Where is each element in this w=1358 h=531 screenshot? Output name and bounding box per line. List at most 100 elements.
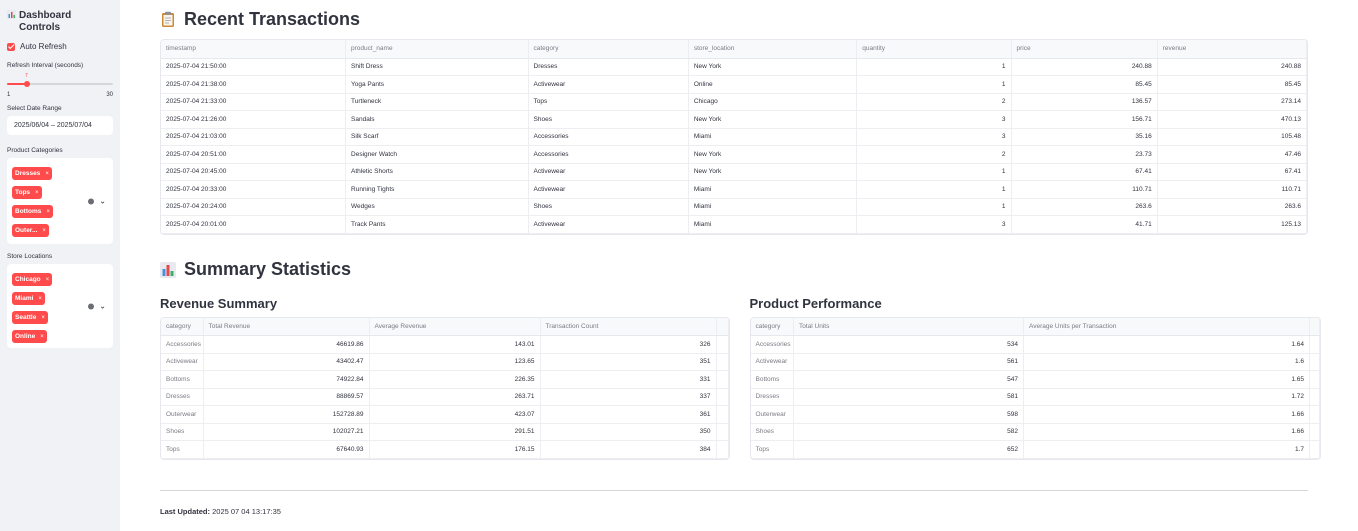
table-row[interactable]: Bottoms 74922.84 226.35 331 [161,370,729,389]
cell-spacer [1309,440,1320,459]
close-icon[interactable]: × [41,315,45,321]
bar-chart-icon [7,10,16,23]
table-cell: 125.13 [1157,215,1307,234]
table-cell: 152728.89 [203,405,370,424]
table-cell: 110.71 [1157,180,1307,199]
column-header[interactable]: Total Revenue [203,317,370,336]
table-row[interactable]: Accessories 534 1.64 [750,335,1320,354]
table-cell: Sandals [345,110,529,129]
slider-thumb[interactable] [24,81,30,87]
table-row[interactable]: 2025-07-04 21:03:00 Silk Scarf Accessories… [161,128,1307,146]
column-header[interactable]: price [1011,40,1158,59]
tag-row: Outer... × [12,219,108,238]
close-icon[interactable]: × [46,277,50,283]
column-header[interactable]: category [528,40,689,59]
table-row[interactable]: 2025-07-04 21:33:00 Turtleneck Tops Chicago… [161,93,1307,111]
close-icon[interactable]: × [38,296,42,302]
table-row[interactable]: Outerwear 598 1.66 [750,405,1320,424]
table-row[interactable]: Bottoms 547 1.65 [750,370,1320,389]
table-row[interactable]: Dresses 581 1.72 [750,388,1320,406]
column-header[interactable]: Transaction Count [540,317,717,336]
category-tag[interactable]: Outer... × [12,224,49,237]
table-row[interactable]: Tops 652 1.7 [750,440,1320,459]
tag-label: Bottoms [15,208,42,215]
table-cell: Shoes [528,110,689,129]
product-categories-multiselect[interactable]: Dresses × Tops × Bottoms × Outer... × ⌄ [7,158,113,244]
table-cell: 350 [540,423,717,441]
table-row[interactable]: 2025-07-04 20:45:00 Athletic Shorts Active… [161,163,1307,181]
store-locations-multiselect[interactable]: Chicago × Miami × Seattle × Online × ⌄ [7,264,113,348]
table-row[interactable]: 2025-07-04 21:50:00 Shift Dress Dresses New… [161,58,1307,76]
close-icon[interactable]: × [46,209,50,215]
table-row[interactable]: 2025-07-04 20:33:00 Running Tights Activew… [161,180,1307,199]
column-header[interactable]: Average Revenue [369,317,541,336]
product-performance-table[interactable]: category Total Units Average Units per Tra… [749,316,1321,460]
column-header[interactable]: timestamp [161,40,347,59]
refresh-interval-slider[interactable]: 7 1 30 [7,73,113,99]
table-row[interactable]: Accessories 46619.86 143.01 326 [161,335,729,354]
column-header[interactable]: store_location [688,40,858,59]
chevron-down-icon[interactable]: ⌄ [99,302,106,311]
clear-icon[interactable] [88,303,95,309]
store-tag[interactable]: Online × [12,330,47,343]
column-header[interactable]: Total Units [793,317,1024,336]
clear-icon[interactable] [88,198,95,204]
close-icon[interactable]: × [42,228,46,234]
table-row[interactable]: 2025-07-04 20:24:00 Wedges Shoes Miami 1 263.… [161,198,1307,216]
table-cell: 2025-07-04 21:38:00 [161,75,347,94]
revenue-summary-table[interactable]: category Total Revenue Average Revenue Tran… [160,316,730,460]
auto-refresh-checkbox[interactable]: Auto Refresh [7,42,113,51]
table-cell: 1.66 [1023,423,1310,441]
sidebar: Dashboard Controls Auto Refresh Refresh … [0,0,120,531]
close-icon[interactable]: × [45,171,49,177]
table-cell: Dresses [750,388,794,406]
column-header[interactable]: quantity [856,40,1012,59]
category-tag[interactable]: Bottoms × [12,205,53,218]
table-cell: 2025-07-04 20:51:00 [161,145,347,164]
table-cell: 88869.57 [203,388,370,406]
table-cell: 47.46 [1157,145,1307,164]
store-tag[interactable]: Seattle × [12,311,48,324]
column-header[interactable]: category [750,317,794,336]
table-cell: 85.45 [1157,75,1307,94]
column-header[interactable]: Average Units per Transaction [1023,317,1310,336]
table-cell: 3 [856,215,1012,234]
column-header[interactable]: product_name [345,40,529,59]
table-cell: 143.01 [369,335,541,354]
table-cell: Tops [528,93,689,111]
table-cell: Shoes [161,423,204,441]
table-row[interactable]: Activewear 43402.47 123.65 351 [161,353,729,371]
table-row[interactable]: 2025-07-04 21:26:00 Sandals Shoes New York 3… [161,110,1307,129]
table-cell: 123.65 [369,353,541,371]
table-row[interactable]: Dresses 88869.57 263.71 337 [161,388,729,406]
table-row[interactable]: Tops 67640.93 176.15 384 [161,440,729,459]
table-row[interactable]: Activewear 561 1.6 [750,353,1320,371]
table-cell: Miami [688,198,858,216]
slider-value: 7 [25,73,28,79]
close-icon[interactable]: × [40,334,44,340]
table-cell: 1 [856,163,1012,181]
store-tag[interactable]: Miami × [12,292,45,305]
table-cell: 2025-07-04 20:01:00 [161,215,347,234]
table-cell: 240.88 [1157,58,1307,76]
category-tag[interactable]: Dresses × [12,167,52,180]
table-cell: New York [688,110,858,129]
store-tag[interactable]: Chicago × [12,273,53,286]
table-row[interactable]: 2025-07-04 21:38:00 Yoga Pants Activewear O… [161,75,1307,94]
table-row[interactable]: Shoes 102027.21 291.51 350 [161,423,729,441]
table-row[interactable]: Shoes 582 1.66 [750,423,1320,441]
column-header[interactable]: revenue [1157,40,1307,59]
chevron-down-icon[interactable]: ⌄ [99,197,106,206]
table-cell: 2 [856,93,1012,111]
table-row[interactable]: 2025-07-04 20:01:00 Track Pants Activewear… [161,215,1307,234]
table-row[interactable]: Outerwear 152728.89 423.07 361 [161,405,729,424]
category-tag[interactable]: Tops × [12,186,42,199]
table-cell: 23.73 [1011,145,1158,164]
cell-spacer [716,405,729,424]
column-header[interactable]: category [161,317,204,336]
check-icon[interactable] [7,42,15,51]
date-range-input[interactable]: 2025/06/04 – 2025/07/04 [7,116,113,135]
close-icon[interactable]: × [35,190,39,196]
recent-transactions-table[interactable]: timestamp product_name category store_locat… [160,39,1308,235]
table-row[interactable]: 2025-07-04 20:51:00 Designer Watch Accesso… [161,145,1307,164]
